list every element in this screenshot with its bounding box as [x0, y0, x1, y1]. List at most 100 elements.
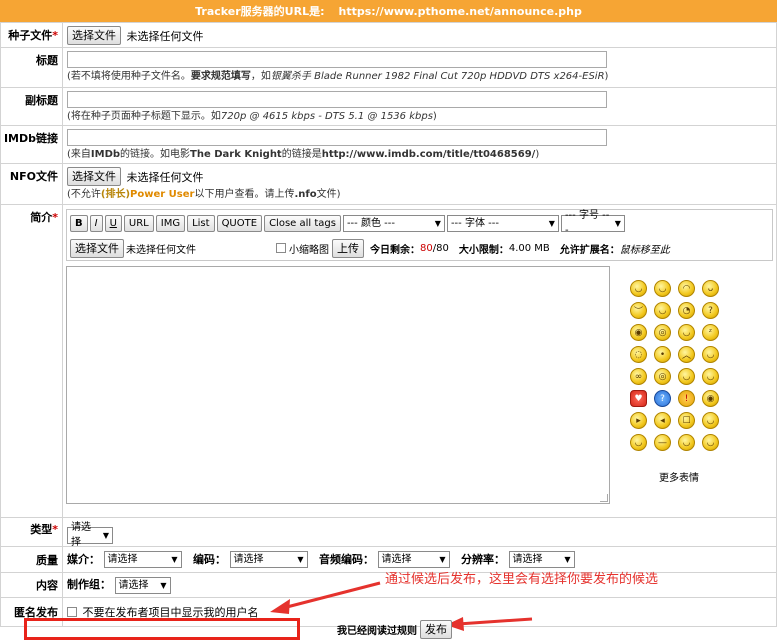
- size-limit-value: 4.00 MB: [508, 242, 550, 254]
- smiley-icon[interactable]: ◡: [630, 280, 647, 297]
- quote-button[interactable]: QUOTE: [216, 214, 263, 232]
- smiley-icon[interactable]: ?: [654, 390, 671, 407]
- nfo-file-button[interactable]: 选择文件: [67, 167, 121, 186]
- smiley-icon[interactable]: ◌: [630, 346, 647, 363]
- bbcode-editor: B I U URL IMG List QUOTE Close all tags …: [66, 209, 773, 261]
- row-subtitle: 副标题 (将在种子页面种子标题下显示。如720p @ 4615 kbps - D…: [0, 87, 777, 126]
- list-button[interactable]: List: [187, 214, 215, 232]
- allowed-ext-value[interactable]: 鼠标移至此: [620, 241, 670, 256]
- row-nfo: NFO文件 选择文件 未选择任何文件 (不允许(排长)Power User以下用…: [0, 163, 777, 205]
- bold-button[interactable]: B: [70, 214, 88, 232]
- url-button[interactable]: URL: [123, 214, 154, 232]
- chevron-down-icon: ▼: [439, 555, 446, 564]
- chevron-down-icon: ▼: [548, 218, 555, 228]
- more-smilies-link[interactable]: 更多表情: [614, 469, 744, 484]
- smiley-icon[interactable]: •: [654, 346, 671, 363]
- underline-button[interactable]: U: [104, 214, 122, 232]
- font-select[interactable]: --- 字体 --- ▼: [446, 214, 559, 232]
- type-select[interactable]: 请选择 ▼: [67, 522, 113, 548]
- smiley-icon[interactable]: ◉: [702, 390, 719, 407]
- subtitle-input[interactable]: [67, 91, 607, 108]
- editor-area: ◡ ◡ ◠ ᴗ ︶ ◡ ◔? ◉ ◎ ◡ ᶻ ◌ • ︿ ◡ ∞ ◎ ◡ ◡ ♥?! ◉ ▸ ◂ ☐ ◡ ◡ — ◡ ◡ 更多表情: [66, 266, 773, 504]
- resize-handle-icon[interactable]: [600, 494, 608, 502]
- smiley-icon[interactable]: ◡: [702, 368, 719, 385]
- publish-button[interactable]: 发布: [420, 620, 452, 639]
- chevron-down-icon: ▼: [102, 530, 109, 540]
- smiley-icon[interactable]: ◡: [678, 434, 695, 451]
- codec-label: 编码：: [193, 552, 226, 566]
- title-input[interactable]: [67, 51, 607, 68]
- today-remaining-value: 80: [420, 242, 433, 254]
- size-select[interactable]: --- 字号 --- ▼: [560, 210, 625, 236]
- row-title: 标题 (若不填将使用种子文件名。要求规范填写，如银翼杀手 Blade Runne…: [0, 47, 777, 88]
- chevron-down-icon: ▼: [614, 218, 621, 228]
- media-select[interactable]: 请选择 ▼: [103, 551, 182, 568]
- smiley-icon[interactable]: ◠: [678, 280, 695, 297]
- anonymous-checkbox[interactable]: [67, 606, 77, 617]
- smiley-icon[interactable]: ◡: [702, 434, 719, 451]
- imdb-hint: (来自IMDb的链接。如电影The Dark Knight的链接是http://…: [67, 149, 540, 160]
- smiley-icon[interactable]: —: [654, 434, 671, 451]
- smiley-icon[interactable]: ◎: [654, 324, 671, 341]
- smiley-icon[interactable]: ◉: [630, 324, 647, 341]
- title-hint: (若不填将使用种子文件名。要求规范填写，如银翼杀手 Blade Runner 1…: [67, 71, 609, 82]
- smiley-icon[interactable]: ◡: [654, 280, 671, 297]
- today-remaining-label: 今日剩余：: [370, 244, 420, 256]
- smiley-icon[interactable]: ◔: [678, 302, 695, 319]
- team-select[interactable]: 请选择 ▼: [114, 576, 171, 594]
- smiley-icon[interactable]: ◂: [654, 412, 671, 429]
- media-label: 媒介：: [67, 552, 100, 566]
- smiley-icon[interactable]: !: [678, 390, 695, 407]
- label-torrent: 种子文件*: [0, 22, 63, 48]
- smiley-icon[interactable]: ◡: [630, 434, 647, 451]
- color-select[interactable]: --- 颜色 --- ▼: [342, 214, 445, 232]
- description-textarea[interactable]: [66, 266, 610, 504]
- smiley-icon[interactable]: ᴗ: [702, 280, 719, 297]
- tracker-label: Tracker服务器的URL是:: [195, 5, 325, 18]
- codec-select[interactable]: 请选择 ▼: [229, 551, 308, 568]
- nfo-hint: (不允许(排长)Power User以下用户查看。请上传.nfo文件): [67, 189, 341, 200]
- smiley-icon[interactable]: ▸: [630, 412, 647, 429]
- label-nfo: NFO文件: [0, 163, 63, 205]
- label-title: 标题: [0, 47, 63, 88]
- smiley-icon[interactable]: ︿: [678, 346, 695, 363]
- image-file-button[interactable]: 选择文件: [70, 238, 124, 258]
- imdb-input[interactable]: [67, 129, 607, 146]
- bbcode-toolbar: B I U URL IMG List QUOTE Close all tags …: [70, 210, 769, 236]
- label-imdb: IMDb链接: [0, 125, 63, 164]
- rules-read-label: 我已经阅读过规则: [337, 626, 417, 637]
- resolution-select[interactable]: 请选择 ▼: [508, 551, 575, 568]
- smiley-icon[interactable]: ?: [702, 302, 719, 319]
- thumbnail-checkbox[interactable]: [276, 243, 286, 253]
- torrent-file-button[interactable]: 选择文件: [67, 26, 121, 45]
- annotation-text: 通过候选后发布，这里会有选择你要发布的候选: [385, 572, 659, 587]
- chevron-down-icon: ▼: [564, 555, 571, 564]
- smiley-icon[interactable]: ◡: [702, 412, 719, 429]
- smiley-icon[interactable]: ◎: [654, 368, 671, 385]
- chevron-down-icon: ▼: [171, 555, 178, 564]
- size-limit-label: 大小限制：: [458, 244, 509, 256]
- nfo-file-status: 未选择任何文件: [126, 170, 204, 184]
- smiley-icon[interactable]: ◡: [678, 368, 695, 385]
- smiley-icon[interactable]: ᶻ: [702, 324, 719, 341]
- audio-codec-select[interactable]: 请选择 ▼: [377, 551, 450, 568]
- smiley-icon[interactable]: ◡: [702, 346, 719, 363]
- smiley-icon[interactable]: ︶: [630, 302, 647, 319]
- smiley-icon[interactable]: ☐: [678, 412, 695, 429]
- img-button[interactable]: IMG: [155, 214, 186, 232]
- candidate-highlight-box: [24, 618, 300, 640]
- row-torrent: 种子文件* 选择文件 未选择任何文件: [0, 22, 777, 48]
- label-type: 类型*: [0, 517, 63, 547]
- today-remaining-total: /80: [432, 242, 449, 254]
- torrent-file-status: 未选择任何文件: [126, 29, 204, 43]
- upload-button[interactable]: 上传: [332, 238, 364, 258]
- smiley-icon[interactable]: ♥: [630, 390, 647, 407]
- italic-button[interactable]: I: [89, 214, 103, 232]
- smiley-icon[interactable]: ∞: [630, 368, 647, 385]
- smiley-icon[interactable]: ◡: [678, 324, 695, 341]
- subtitle-hint: (将在种子页面种子标题下显示。如720p @ 4615 kbps - DTS 5…: [67, 111, 437, 122]
- allowed-ext-label: 允许扩展名：: [559, 244, 620, 256]
- close-tags-button[interactable]: Close all tags: [264, 214, 341, 232]
- smiley-icon[interactable]: ◡: [654, 302, 671, 319]
- label-content: 内容: [0, 572, 63, 598]
